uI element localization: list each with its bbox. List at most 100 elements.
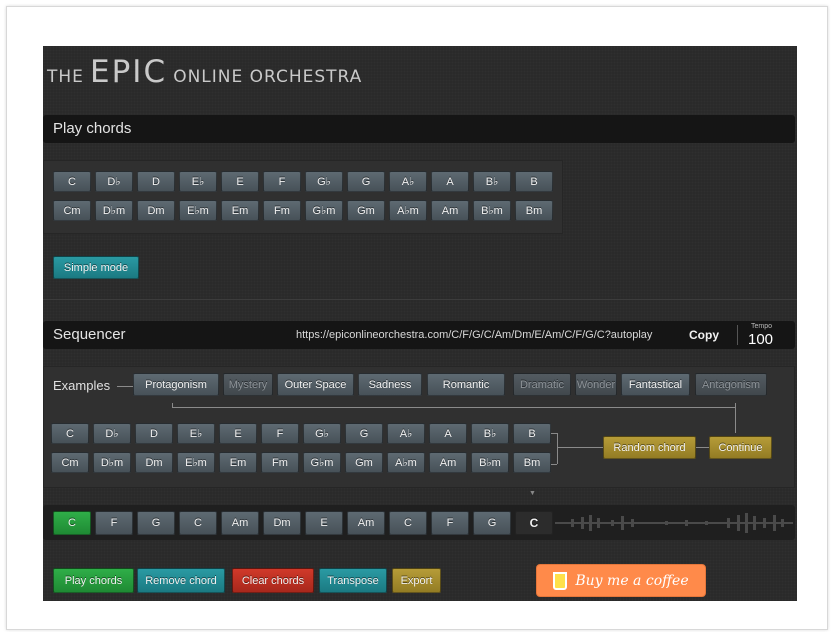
play-chord-button[interactable]: E♭ <box>179 171 217 192</box>
sequence-chord[interactable]: Am <box>347 511 385 535</box>
play-chord-button[interactable]: A♭m <box>389 200 427 221</box>
play-chord-button[interactable]: G♭m <box>305 200 343 221</box>
sequence-chord[interactable]: Am <box>221 511 259 535</box>
play-chord-button[interactable]: E <box>221 171 259 192</box>
title-part-orchestra: ONLINE ORCHESTRA <box>173 67 363 87</box>
play-chord-button[interactable]: Gm <box>347 200 385 221</box>
play-chord-button[interactable]: A♭ <box>389 171 427 192</box>
play-chord-button[interactable]: Bm <box>515 200 553 221</box>
sequencer-title: Sequencer <box>53 326 126 343</box>
sequence-chord[interactable]: G <box>137 511 175 535</box>
grid-bracket-vertical <box>557 433 558 464</box>
play-chord-button[interactable]: C <box>53 171 91 192</box>
play-chord-button[interactable]: A <box>431 171 469 192</box>
sequencer-chord-button[interactable]: G <box>345 423 383 444</box>
sequence-chord[interactable]: Dm <box>263 511 301 535</box>
sequencer-chord-button[interactable]: G♭ <box>303 423 341 444</box>
sequencer-chord-button[interactable]: Cm <box>51 452 89 473</box>
play-chord-button[interactable]: Cm <box>53 200 91 221</box>
grid-bracket-bottom <box>551 464 557 465</box>
tempo-value-input[interactable]: 100 <box>748 331 773 348</box>
example-button[interactable]: Fantastical <box>621 373 690 396</box>
example-button[interactable]: Protagonism <box>133 373 219 396</box>
continue-button[interactable]: Continue <box>709 436 772 459</box>
play-chord-button[interactable]: B♭ <box>473 171 511 192</box>
examples-connector <box>117 386 133 387</box>
play-chord-button[interactable]: Am <box>431 200 469 221</box>
export-button[interactable]: Export <box>392 568 441 593</box>
buy-me-a-coffee-button[interactable]: Buy me a coffee <box>536 564 706 597</box>
clear-chords-button[interactable]: Clear chords <box>232 568 314 593</box>
sequence-chord[interactable]: F <box>95 511 133 535</box>
sequencer-chord-button[interactable]: Fm <box>261 452 299 473</box>
sequencer-chord-button[interactable]: C <box>51 423 89 444</box>
sequence-chord[interactable]: E <box>305 511 343 535</box>
sequencer-chord-button[interactable]: E♭ <box>177 423 215 444</box>
sequence-chord[interactable]: G <box>473 511 511 535</box>
copy-url-button[interactable]: Copy <box>689 328 719 342</box>
example-button[interactable]: Mystery <box>223 373 273 396</box>
sequence-chord[interactable]: F <box>431 511 469 535</box>
simple-mode-button[interactable]: Simple mode <box>53 256 139 279</box>
sequencer-chord-button[interactable]: E♭m <box>177 452 215 473</box>
random-chord-button[interactable]: Random chord <box>603 436 696 459</box>
sequencer-chord-button[interactable]: B♭m <box>471 452 509 473</box>
sequence-chord[interactable]: C <box>53 511 91 535</box>
play-chord-button[interactable]: D♭ <box>95 171 133 192</box>
coffee-cup-icon <box>553 571 568 590</box>
title-part-epic: EPIC <box>90 54 168 90</box>
sequencer-chord-button[interactable]: G♭m <box>303 452 341 473</box>
play-chord-button[interactable]: Em <box>221 200 259 221</box>
section-divider <box>43 299 797 300</box>
sequencer-chord-button[interactable]: B♭ <box>471 423 509 444</box>
remove-chord-button[interactable]: Remove chord <box>137 568 225 593</box>
play-chord-button[interactable]: Fm <box>263 200 301 221</box>
continue-connector <box>696 447 709 448</box>
play-chords-title: Play chords <box>53 120 132 137</box>
sequencer-chord-button[interactable]: D♭ <box>93 423 131 444</box>
example-button[interactable]: Wonder <box>575 373 617 396</box>
sequence-chord[interactable]: C <box>389 511 427 535</box>
sequencer-chord-button[interactable]: D♭m <box>93 452 131 473</box>
buy-me-a-coffee-label: Buy me a coffee <box>575 572 689 589</box>
play-chord-button[interactable]: D♭m <box>95 200 133 221</box>
sequence-chord[interactable]: C <box>179 511 217 535</box>
play-chord-button[interactable]: B♭m <box>473 200 511 221</box>
sequence-chord[interactable]: C <box>515 511 553 535</box>
app-container: THE EPIC ONLINE ORCHESTRA Play chords CD… <box>43 46 797 601</box>
example-button[interactable]: Dramatic <box>513 373 571 396</box>
app-title: THE EPIC ONLINE ORCHESTRA <box>47 54 362 90</box>
example-button[interactable]: Sadness <box>358 373 422 396</box>
play-chord-button[interactable]: D <box>137 171 175 192</box>
play-chord-button[interactable]: G♭ <box>305 171 343 192</box>
sequencer-chord-button[interactable]: D <box>135 423 173 444</box>
play-chord-button[interactable]: E♭m <box>179 200 217 221</box>
sequencer-chord-button[interactable]: E <box>219 423 257 444</box>
play-chord-button[interactable]: B <box>515 171 553 192</box>
examples-bracket-right <box>735 403 736 433</box>
tempo-separator <box>737 325 738 345</box>
sequencer-chord-button[interactable]: A♭m <box>387 452 425 473</box>
example-button[interactable]: Romantic <box>427 373 505 396</box>
sequence-url[interactable]: https://epiconlineorchestra.com/C/F/G/C/… <box>296 329 652 341</box>
sequencer-chord-button[interactable]: B <box>513 423 551 444</box>
title-part-the: THE <box>47 67 84 87</box>
sequencer-chord-button[interactable]: Bm <box>513 452 551 473</box>
play-chord-button[interactable]: Dm <box>137 200 175 221</box>
sequencer-chord-button[interactable]: Gm <box>345 452 383 473</box>
sequencer-chord-button[interactable]: A <box>429 423 467 444</box>
play-chord-button[interactable]: G <box>347 171 385 192</box>
sequencer-chord-button[interactable]: Am <box>429 452 467 473</box>
waveform-graphic <box>555 513 793 533</box>
play-chords-button[interactable]: Play chords <box>53 568 134 593</box>
sequencer-chord-button[interactable]: F <box>261 423 299 444</box>
sequencer-chord-button[interactable]: Em <box>219 452 257 473</box>
expand-arrow-icon[interactable]: ▼ <box>529 490 536 497</box>
play-chord-button[interactable]: F <box>263 171 301 192</box>
sequencer-chord-button[interactable]: Dm <box>135 452 173 473</box>
example-button[interactable]: Outer Space <box>277 373 354 396</box>
example-button[interactable]: Antagonism <box>695 373 767 396</box>
play-chords-header: Play chords <box>43 115 795 143</box>
transpose-button[interactable]: Transpose <box>319 568 387 593</box>
sequencer-chord-button[interactable]: A♭ <box>387 423 425 444</box>
